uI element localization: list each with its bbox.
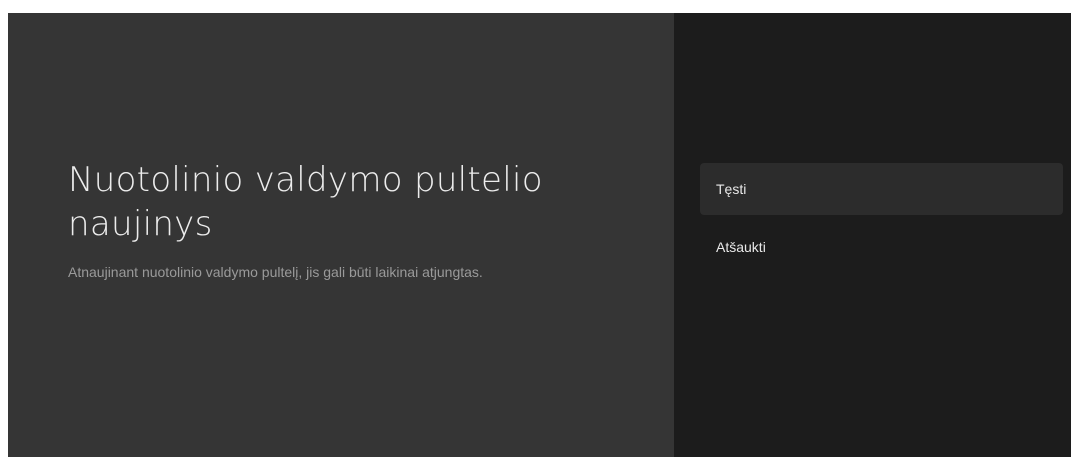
actions-panel: Tęsti Atšaukti <box>674 13 1071 457</box>
dialog-description: Atnaujinant nuotolinio valdymo pultelį, … <box>68 264 483 280</box>
dialog-title: Nuotolinio valdymo pultelio naujinys <box>68 160 543 244</box>
action-list: Tęsti Atšaukti <box>700 163 1063 279</box>
guidance-panel: Nuotolinio valdymo pultelio naujinys Atn… <box>8 13 674 457</box>
continue-button[interactable]: Tęsti <box>700 163 1063 215</box>
tv-dialog-screen: Nuotolinio valdymo pultelio naujinys Atn… <box>8 13 1071 457</box>
cancel-button[interactable]: Atšaukti <box>700 221 1063 273</box>
